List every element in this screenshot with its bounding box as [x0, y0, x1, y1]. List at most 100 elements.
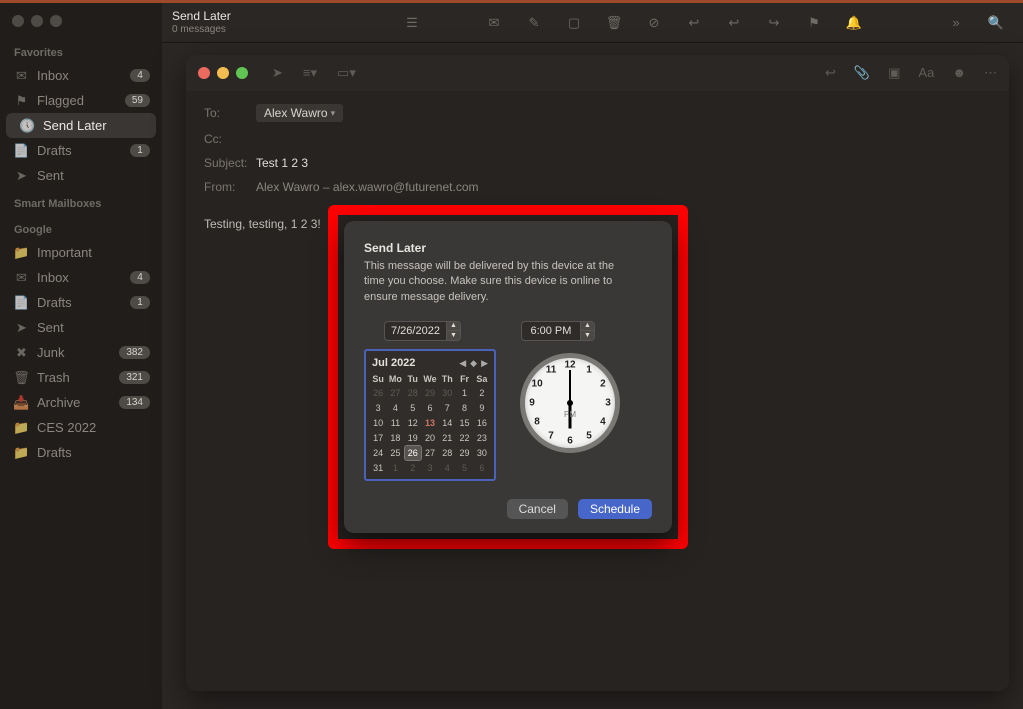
- date-stepper[interactable]: 7/26/2022 ▲▼: [384, 321, 461, 341]
- forward-icon[interactable]: ↪: [765, 14, 783, 32]
- calendar-day-out[interactable]: 2: [405, 461, 421, 475]
- calendar-day-out[interactable]: 1: [387, 461, 403, 475]
- format-icon[interactable]: Aa: [918, 65, 934, 81]
- calendar-day[interactable]: 31: [370, 461, 386, 475]
- sidebar-item-inbox[interactable]: ✉Inbox4: [0, 63, 162, 88]
- calendar-day[interactable]: 7: [439, 401, 455, 415]
- compose-close[interactable]: [198, 67, 210, 79]
- cal-prev-icon[interactable]: ◀: [459, 358, 466, 369]
- analog-clock[interactable]: 123456789101112 PM: [520, 353, 620, 453]
- calendar-day-out[interactable]: 26: [370, 386, 386, 400]
- compose-body[interactable]: Testing, testing, 1 2 3! Send Later This…: [186, 205, 1009, 691]
- sidebar-item-send-later[interactable]: 🕔Send Later: [6, 113, 156, 138]
- reply-all-icon[interactable]: ↩: [725, 14, 743, 32]
- search-icon[interactable]: 🔍: [987, 14, 1005, 32]
- traffic-minimize[interactable]: [31, 15, 43, 27]
- calendar-nav[interactable]: ◀ ◆ ▶: [459, 358, 488, 369]
- calendar-day[interactable]: 15: [456, 416, 472, 430]
- cancel-button[interactable]: Cancel: [507, 499, 568, 519]
- calendar-day[interactable]: 1: [456, 386, 472, 400]
- calendar-day[interactable]: 20: [422, 431, 438, 445]
- trash-icon[interactable]: 🗑: [605, 14, 623, 32]
- schedule-button[interactable]: Schedule: [578, 499, 652, 519]
- filter-icon[interactable]: ☰: [403, 14, 421, 32]
- calendar-day[interactable]: 26: [405, 446, 421, 460]
- sidebar-item-archive[interactable]: 📥Archive134: [0, 390, 162, 415]
- calendar-day[interactable]: 27: [422, 446, 438, 460]
- recipient-chip[interactable]: Alex Wawro ▾: [256, 104, 343, 122]
- calendar-day[interactable]: 25: [387, 446, 403, 460]
- calendar-day[interactable]: 28: [439, 446, 455, 460]
- calendar-day[interactable]: 24: [370, 446, 386, 460]
- cal-today-icon[interactable]: ◆: [470, 358, 477, 369]
- subject-row[interactable]: Subject: Test 1 2 3: [204, 151, 991, 175]
- more-icon[interactable]: ⋯: [984, 65, 997, 81]
- header-fields-icon[interactable]: ≡▾: [303, 65, 317, 81]
- photo-icon[interactable]: ▣: [888, 65, 900, 81]
- calendar-day[interactable]: 8: [456, 401, 472, 415]
- send-icon[interactable]: ➤: [272, 65, 283, 81]
- calendar-day[interactable]: 23: [474, 431, 490, 445]
- calendar[interactable]: Jul 2022 ◀ ◆ ▶ SuMoTuWeThFrSa26272829301…: [364, 349, 496, 481]
- calendar-day[interactable]: 21: [439, 431, 455, 445]
- sidebar-item-drafts[interactable]: 📄Drafts1: [0, 138, 162, 163]
- calendar-day[interactable]: 18: [387, 431, 403, 445]
- calendar-day[interactable]: 6: [422, 401, 438, 415]
- sidebar-item-drafts[interactable]: 📁Drafts: [0, 440, 162, 465]
- sidebar-item-trash[interactable]: 🗑Trash321: [0, 365, 162, 390]
- calendar-day[interactable]: 19: [405, 431, 421, 445]
- priority-icon[interactable]: ▭▾: [337, 65, 356, 81]
- sidebar-item-sent[interactable]: ➤Sent: [0, 315, 162, 340]
- reply-icon[interactable]: ↩: [685, 14, 703, 32]
- calendar-day[interactable]: 16: [474, 416, 490, 430]
- time-stepper-arrows[interactable]: ▲▼: [580, 321, 594, 341]
- traffic-close[interactable]: [12, 15, 24, 27]
- compose-zoom[interactable]: [236, 67, 248, 79]
- sidebar-item-flagged[interactable]: ⚑Flagged59: [0, 88, 162, 113]
- calendar-day-out[interactable]: 4: [439, 461, 455, 475]
- calendar-day[interactable]: 5: [405, 401, 421, 415]
- calendar-day-out[interactable]: 29: [422, 386, 438, 400]
- date-stepper-arrows[interactable]: ▲▼: [446, 321, 460, 341]
- calendar-day[interactable]: 14: [439, 416, 455, 430]
- sidebar-item-sent[interactable]: ➤Sent: [0, 163, 162, 188]
- calendar-day[interactable]: 2: [474, 386, 490, 400]
- compose-minimize[interactable]: [217, 67, 229, 79]
- calendar-day-out[interactable]: 28: [405, 386, 421, 400]
- cal-next-icon[interactable]: ▶: [481, 358, 488, 369]
- traffic-zoom[interactable]: [50, 15, 62, 27]
- archive-icon[interactable]: ▢: [565, 14, 583, 32]
- sidebar-item-inbox[interactable]: ✉Inbox4: [0, 265, 162, 290]
- cc-row[interactable]: Cc:: [204, 127, 991, 151]
- calendar-day[interactable]: 12: [405, 416, 421, 430]
- calendar-day-out[interactable]: 3: [422, 461, 438, 475]
- sidebar-item-junk[interactable]: ✖Junk382: [0, 340, 162, 365]
- calendar-day[interactable]: 17: [370, 431, 386, 445]
- compose-icon[interactable]: ✎: [525, 14, 543, 32]
- calendar-day-out[interactable]: 27: [387, 386, 403, 400]
- from-row[interactable]: From: Alex Wawro – alex.wawro@futurenet.…: [204, 175, 991, 199]
- calendar-day[interactable]: 11: [387, 416, 403, 430]
- date-field[interactable]: 7/26/2022: [385, 325, 446, 337]
- calendar-day[interactable]: 9: [474, 401, 490, 415]
- calendar-day[interactable]: 22: [456, 431, 472, 445]
- calendar-day[interactable]: 29: [456, 446, 472, 460]
- calendar-day[interactable]: 13: [422, 416, 438, 430]
- calendar-day[interactable]: 10: [370, 416, 386, 430]
- to-row[interactable]: To: Alex Wawro ▾: [204, 99, 991, 127]
- envelope-icon[interactable]: ✉: [485, 14, 503, 32]
- calendar-day[interactable]: 4: [387, 401, 403, 415]
- time-stepper[interactable]: 6:00 PM ▲▼: [521, 321, 595, 341]
- calendar-day-out[interactable]: 30: [439, 386, 455, 400]
- emoji-icon[interactable]: ☻: [952, 65, 966, 81]
- time-field[interactable]: 6:00 PM: [522, 325, 580, 337]
- flag-icon[interactable]: ⚑: [805, 14, 823, 32]
- sidebar-item-drafts[interactable]: 📄Drafts1: [0, 290, 162, 315]
- calendar-day-out[interactable]: 6: [474, 461, 490, 475]
- calendar-day[interactable]: 30: [474, 446, 490, 460]
- attach-icon[interactable]: 📎: [854, 65, 870, 81]
- sidebar-item-ces-2022[interactable]: 📁CES 2022: [0, 415, 162, 440]
- calendar-day[interactable]: 3: [370, 401, 386, 415]
- mute-icon[interactable]: 🔔: [845, 14, 863, 32]
- sidebar-item-important[interactable]: 📁Important: [0, 240, 162, 265]
